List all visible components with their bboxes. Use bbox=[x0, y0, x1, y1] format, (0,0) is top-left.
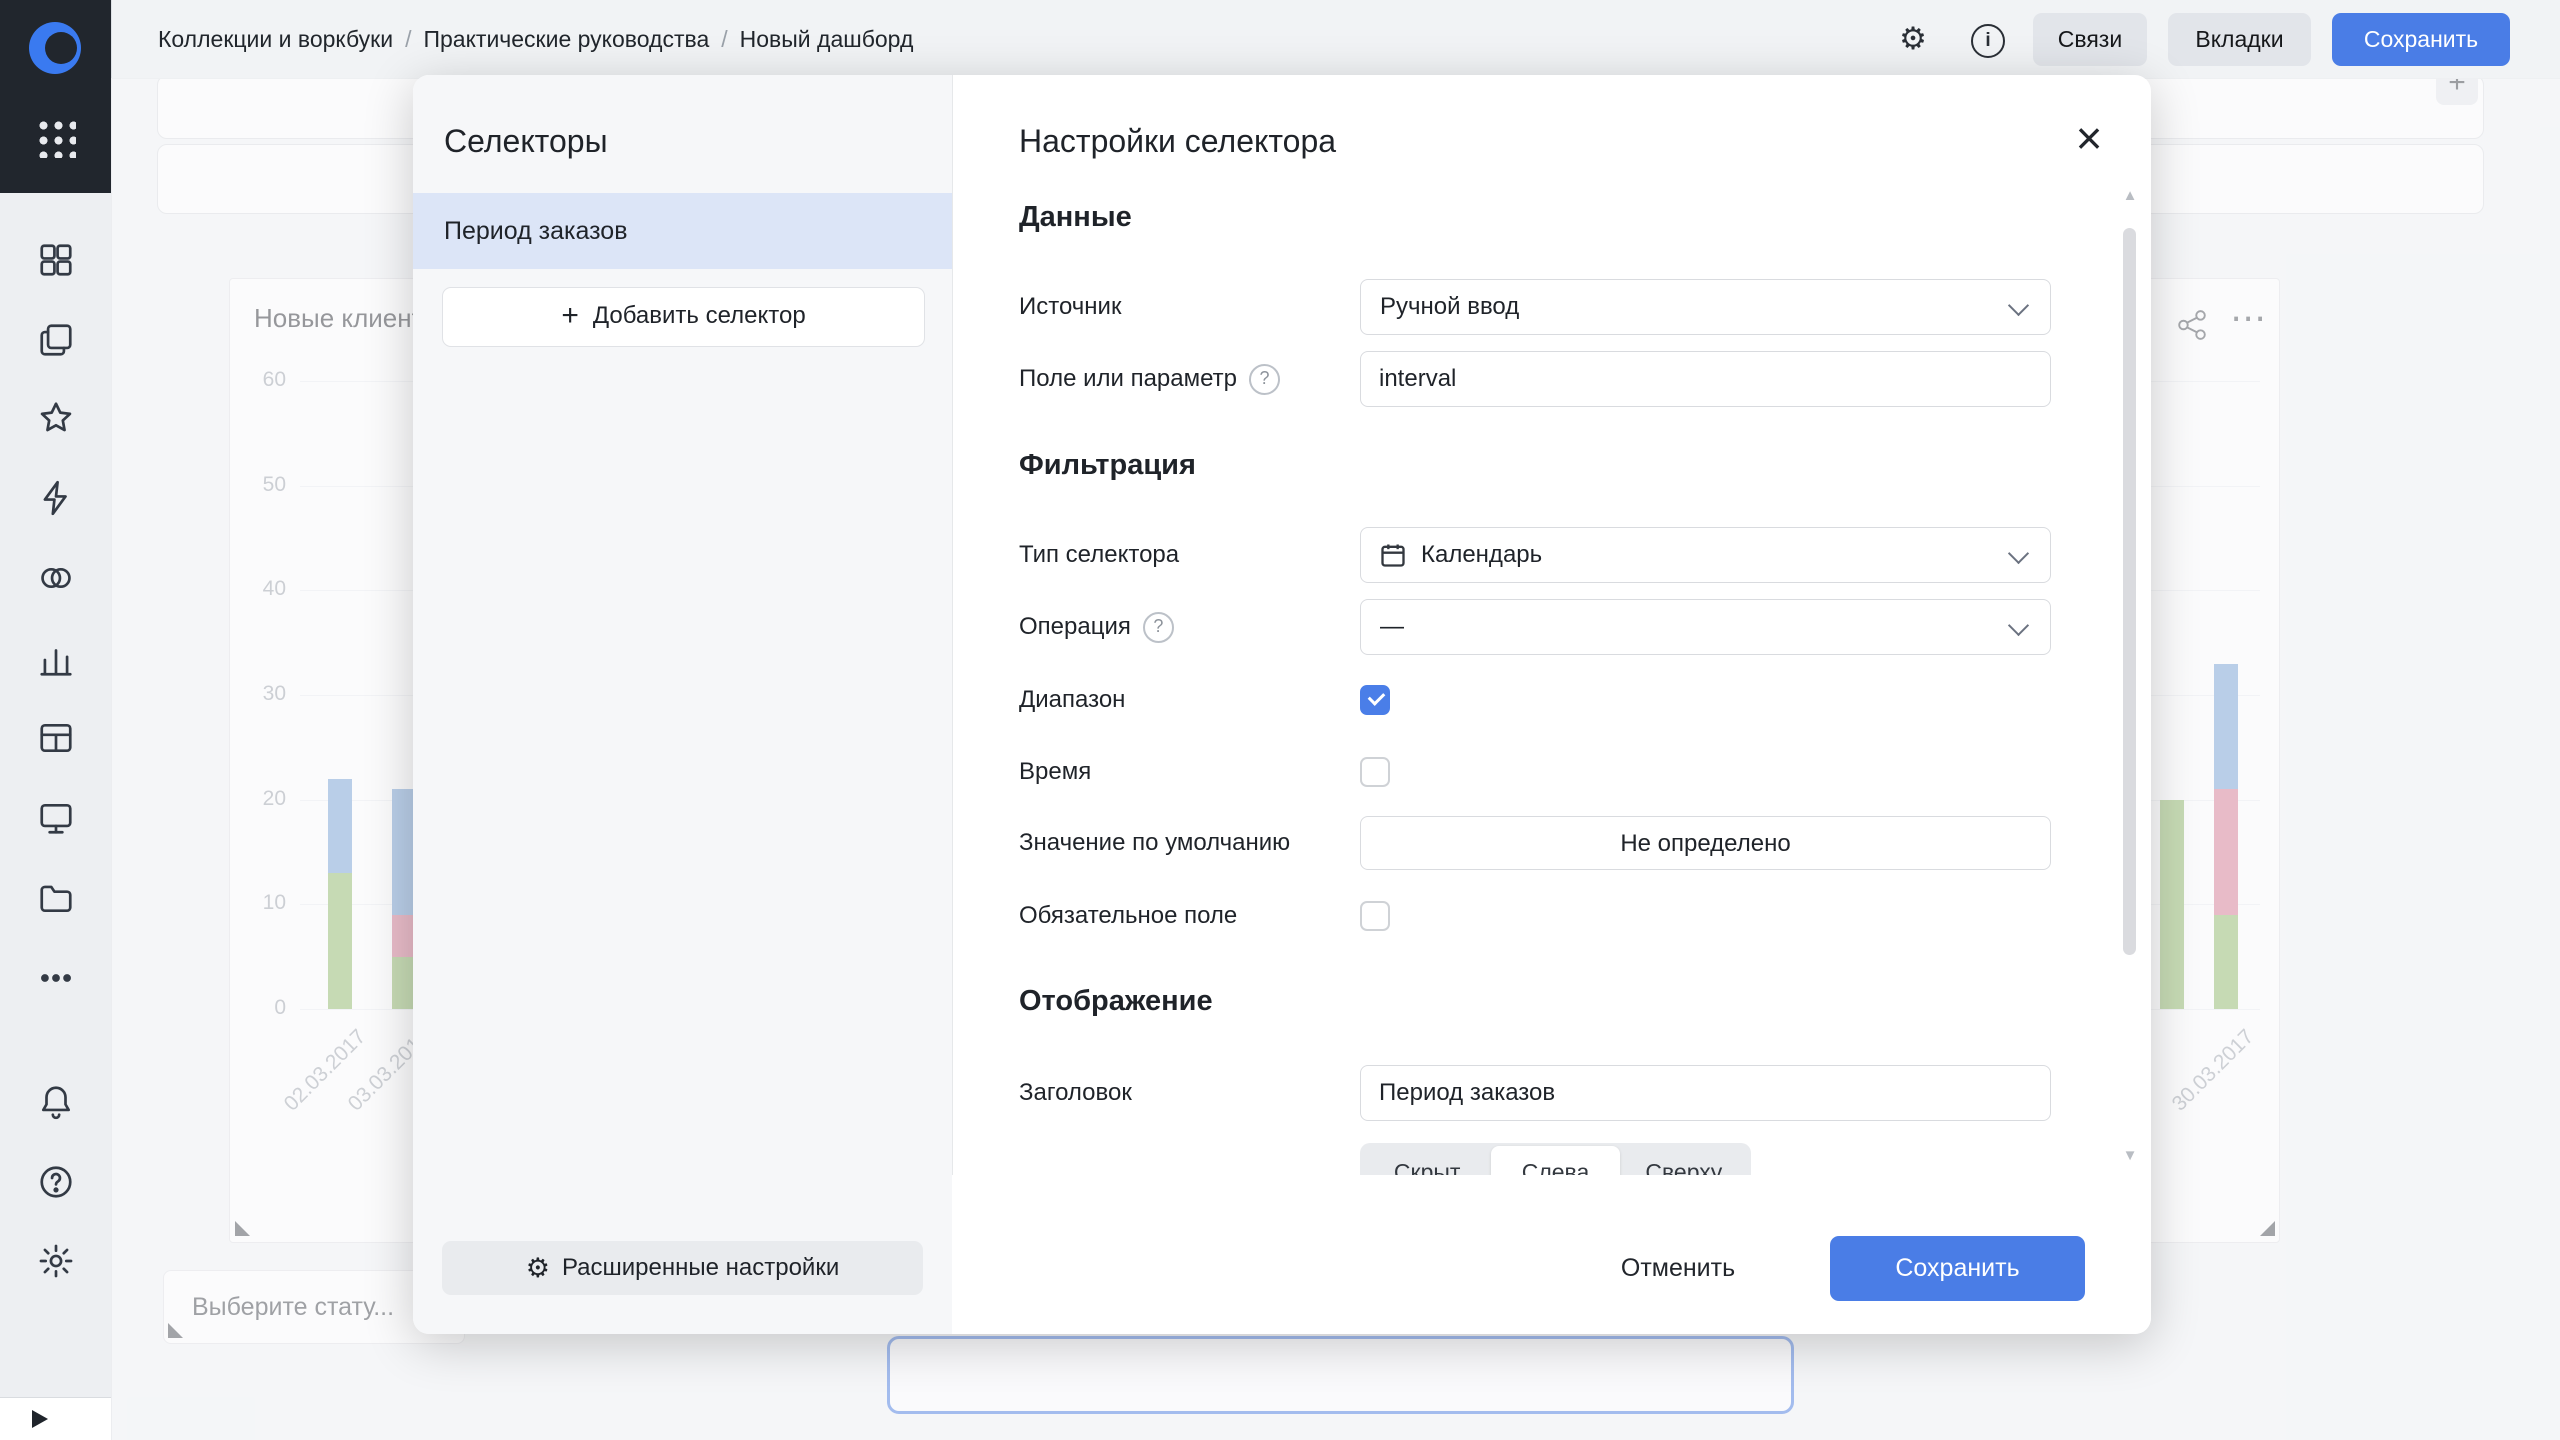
save-selector-button[interactable]: Сохранить bbox=[1830, 1236, 2085, 1301]
dialog-title: Настройки селектора bbox=[1019, 123, 1336, 160]
gear-icon: ⚙ bbox=[526, 1253, 550, 1283]
required-label: Обязательное поле bbox=[1019, 898, 1237, 934]
section-display: Отображение bbox=[1019, 985, 1213, 1018]
required-checkbox[interactable] bbox=[1360, 901, 1390, 931]
default-value-field[interactable]: Не определено bbox=[1360, 816, 2051, 870]
selector-type-label: Тип селектора bbox=[1019, 527, 1179, 583]
close-icon[interactable]: × bbox=[2061, 111, 2117, 167]
charts-icon[interactable] bbox=[37, 641, 75, 679]
scroll-down-icon[interactable]: ▼ bbox=[2117, 1147, 2143, 1164]
tabs-button[interactable]: Вкладки bbox=[2168, 13, 2311, 66]
app-root: + Новые клиенты ⋯ 605040302010002.03.201… bbox=[0, 0, 2560, 1440]
time-checkbox[interactable] bbox=[1360, 757, 1390, 787]
selector-type-select[interactable]: Календарь bbox=[1360, 527, 2051, 583]
source-select[interactable]: Ручной ввод bbox=[1360, 279, 2051, 335]
relations-button[interactable]: Связи bbox=[2033, 13, 2147, 66]
selector-settings-dialog: Селекторы Период заказов +Добавить селек… bbox=[413, 75, 2151, 1334]
save-dashboard-button[interactable]: Сохранить bbox=[2332, 13, 2510, 66]
sidebar-footer bbox=[0, 1397, 111, 1440]
time-label: Время bbox=[1019, 754, 1091, 790]
cancel-button[interactable]: Отменить bbox=[1593, 1238, 1763, 1298]
source-label: Источник bbox=[1019, 279, 1121, 335]
question-icon[interactable]: ? bbox=[1143, 612, 1174, 643]
scrollbar-thumb[interactable] bbox=[2123, 228, 2136, 955]
connections-icon[interactable] bbox=[37, 479, 75, 517]
dashboards-icon[interactable] bbox=[37, 241, 75, 279]
breadcrumb: Коллекции и воркбуки/Практические руково… bbox=[158, 0, 913, 78]
chevron-down-icon bbox=[2008, 543, 2029, 564]
info-icon[interactable]: i bbox=[1971, 24, 2005, 58]
field-input[interactable] bbox=[1360, 351, 2051, 407]
breadcrumb-current: Новый дашборд bbox=[740, 26, 914, 52]
range-checkbox[interactable] bbox=[1360, 685, 1390, 715]
question-icon[interactable]: ? bbox=[1249, 364, 1280, 395]
logo-block bbox=[0, 0, 111, 193]
calendar-icon bbox=[1379, 541, 1407, 569]
help-icon[interactable] bbox=[37, 1163, 75, 1201]
plus-icon: + bbox=[561, 299, 579, 332]
settings-icon[interactable] bbox=[37, 1242, 75, 1280]
scroll-up-icon[interactable]: ▲ bbox=[2117, 187, 2143, 204]
folder-icon[interactable] bbox=[37, 879, 75, 917]
breadcrumb-workbook[interactable]: Практические руководства bbox=[423, 26, 709, 52]
breadcrumb-collections[interactable]: Коллекции и воркбуки bbox=[158, 26, 393, 52]
more-icon[interactable] bbox=[37, 959, 75, 997]
app-switcher-icon[interactable] bbox=[36, 118, 76, 158]
operation-select[interactable]: — bbox=[1360, 599, 2051, 655]
chevron-down-icon bbox=[2008, 615, 2029, 636]
range-label: Диапазон bbox=[1019, 682, 1125, 718]
title-label: Заголовок bbox=[1019, 1065, 1132, 1121]
presentations-icon[interactable] bbox=[37, 799, 75, 837]
chevron-down-icon bbox=[2008, 295, 2029, 316]
title-input[interactable] bbox=[1360, 1065, 2051, 1121]
section-filtration: Фильтрация bbox=[1019, 449, 1196, 482]
selectors-panel-title: Селекторы bbox=[444, 123, 608, 160]
section-data: Данные bbox=[1019, 201, 1132, 234]
datalens-logo-icon[interactable] bbox=[29, 22, 81, 74]
selectors-panel: Селекторы Период заказов +Добавить селек… bbox=[413, 75, 953, 1334]
selector-list-item[interactable]: Период заказов bbox=[413, 193, 952, 269]
expand-sidebar-icon[interactable] bbox=[32, 1410, 48, 1428]
add-selector-button[interactable]: +Добавить селектор bbox=[442, 287, 925, 347]
datasets-icon[interactable] bbox=[37, 559, 75, 597]
sidebar bbox=[0, 0, 112, 1440]
header: Коллекции и воркбуки/Практические руково… bbox=[111, 0, 2560, 79]
collections-icon[interactable] bbox=[37, 321, 75, 359]
field-label: Поле или параметр? bbox=[1019, 351, 1280, 407]
default-value-label: Значение по умолчанию bbox=[1019, 816, 1290, 870]
tables-icon[interactable] bbox=[37, 719, 75, 757]
advanced-settings-button[interactable]: ⚙Расширенные настройки bbox=[442, 1241, 923, 1295]
notifications-icon[interactable] bbox=[37, 1083, 75, 1121]
favorites-icon[interactable] bbox=[37, 399, 75, 437]
gear-icon[interactable]: ⚙ bbox=[1891, 0, 1935, 78]
operation-label: Операция? bbox=[1019, 599, 1174, 655]
